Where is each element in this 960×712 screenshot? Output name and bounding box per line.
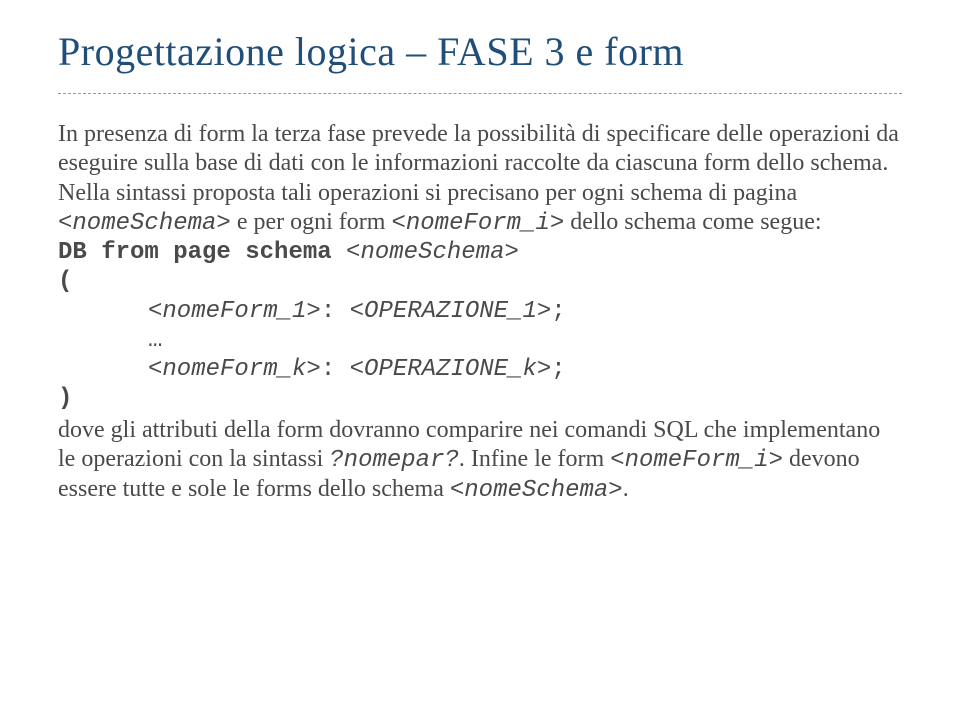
- db-keyword: DB from page schema: [58, 239, 346, 266]
- db-schema-name: <nomeSchema>: [346, 239, 519, 266]
- para2-text-d: .: [623, 476, 629, 502]
- form-name-1: <nomeForm_1>: [148, 298, 321, 325]
- operation-line-k: <nomeForm_k>: <OPERAZIONE_k>;: [58, 355, 902, 384]
- slide-title: Progettazione logica – FASE 3 e form: [58, 28, 902, 75]
- slide: Progettazione logica – FASE 3 e form In …: [0, 0, 960, 712]
- operation-1: <OPERAZIONE_1>: [350, 298, 552, 325]
- para1-text-c: dello schema come segue:: [564, 209, 821, 235]
- colon-1: :: [321, 298, 350, 325]
- db-from-line: DB from page schema <nomeSchema>: [58, 238, 902, 267]
- semi-k: ;: [551, 356, 565, 383]
- semi-1: ;: [551, 298, 565, 325]
- para2-text-b: . Infine le form: [459, 446, 610, 472]
- code-nomeschema-1: <nomeSchema>: [58, 210, 231, 237]
- code-nomeschema-2: <nomeSchema>: [450, 477, 623, 504]
- code-nomepar: ?nomepar?: [329, 447, 459, 474]
- open-paren: (: [58, 267, 902, 296]
- paragraph-1: In presenza di form la terza fase preved…: [58, 120, 902, 238]
- colon-k: :: [321, 356, 350, 383]
- operation-k: <OPERAZIONE_k>: [350, 356, 552, 383]
- form-name-k: <nomeForm_k>: [148, 356, 321, 383]
- ellipsis: …: [148, 327, 162, 354]
- para1-text-b: e per ogni form: [231, 209, 392, 235]
- close-paren: ): [58, 384, 902, 413]
- code-nomeform-i-2: <nomeForm_i>: [610, 447, 783, 474]
- ellipsis-line: …: [58, 326, 902, 355]
- para1-text-a: In presenza di form la terza fase preved…: [58, 121, 899, 206]
- paragraph-2: dove gli attributi della form dovranno c…: [58, 416, 902, 506]
- title-divider: [58, 93, 902, 94]
- operation-line-1: <nomeForm_1>: <OPERAZIONE_1>;: [58, 297, 902, 326]
- code-nomeform-i-1: <nomeForm_i>: [391, 210, 564, 237]
